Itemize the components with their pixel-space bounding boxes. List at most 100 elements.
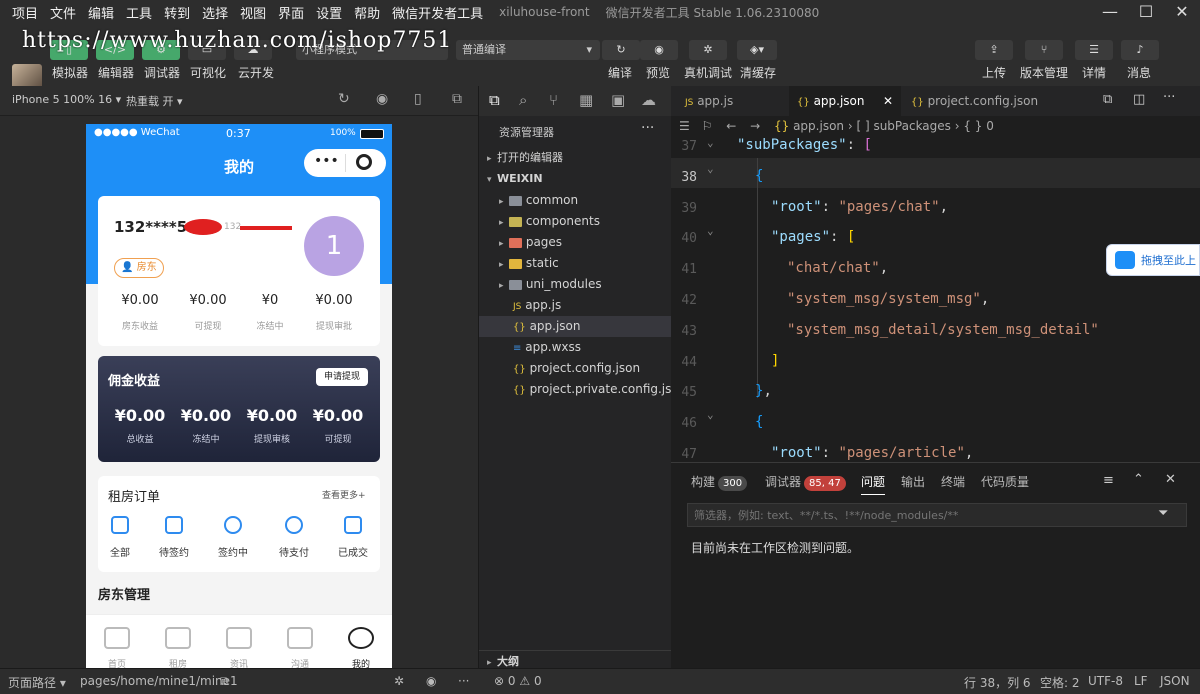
- tree-item[interactable]: {} project.config.json: [479, 358, 672, 379]
- check-document-icon[interactable]: [344, 516, 362, 534]
- problems-filter-input[interactable]: [688, 504, 1148, 526]
- tree-item[interactable]: ▸ pages: [479, 232, 672, 253]
- eol[interactable]: LF: [1134, 674, 1148, 688]
- tab-app-js[interactable]: JS app.js: [677, 86, 787, 116]
- files-icon[interactable]: ⧉: [489, 91, 500, 109]
- rent-icon[interactable]: [165, 627, 191, 649]
- list-icon[interactable]: ☰: [679, 119, 690, 133]
- tree-item[interactable]: ▸ static: [479, 253, 672, 274]
- drag-tip[interactable]: 拖拽至此上: [1106, 244, 1200, 276]
- menu-file[interactable]: 文件: [50, 3, 76, 22]
- indentation[interactable]: 空格: 2: [1040, 674, 1080, 691]
- menu-edit[interactable]: 编辑: [88, 3, 114, 22]
- more-actions-icon[interactable]: ···: [458, 674, 469, 688]
- forward-icon[interactable]: →: [750, 119, 760, 133]
- back-icon[interactable]: ←: [726, 119, 736, 133]
- hot-reload-select[interactable]: 热重载 开 ▾: [126, 93, 183, 109]
- close-mini-icon[interactable]: [356, 154, 372, 170]
- tree-item[interactable]: {} app.json: [479, 316, 672, 337]
- copy-icon[interactable]: ⧉: [220, 674, 229, 689]
- panel-tab-build[interactable]: 构建 300: [691, 473, 748, 491]
- page-path-label[interactable]: 页面路径 ▾: [8, 674, 66, 691]
- menu-help[interactable]: 帮助: [354, 3, 380, 22]
- split-editor-icon[interactable]: ◫: [1133, 92, 1145, 107]
- workspace-root[interactable]: ▾ WEIXIN: [479, 168, 672, 189]
- menu-wechat-devtools[interactable]: 微信开发者工具: [392, 3, 483, 22]
- chat-icon[interactable]: [287, 627, 313, 649]
- tree-item[interactable]: {} project.private.config.js...: [479, 379, 672, 400]
- open-editors-section[interactable]: ▸ 打开的编辑器: [479, 147, 672, 168]
- tree-item[interactable]: ▸ common: [479, 190, 672, 211]
- cursor-position[interactable]: 行 38，列 6: [964, 674, 1031, 691]
- minimize-icon[interactable]: —: [1090, 0, 1130, 24]
- close-icon[interactable]: ✕: [1162, 0, 1200, 24]
- bug-icon[interactable]: ✲: [394, 674, 404, 688]
- cloud-icon[interactable]: ☁: [641, 91, 656, 109]
- more-actions-icon[interactable]: ···: [1163, 90, 1175, 105]
- tab-label-chat[interactable]: 沟通: [280, 657, 320, 668]
- tab-app-json[interactable]: {} app.json ✕: [789, 86, 901, 116]
- tab-label-home[interactable]: 首页: [97, 657, 137, 668]
- compile-select[interactable]: 普通编译 ▾: [456, 40, 600, 60]
- maximize-icon[interactable]: ☐: [1126, 0, 1166, 24]
- breadcrumb-key[interactable]: [ ] subPackages: [856, 119, 950, 133]
- tree-item[interactable]: ▸ uni_modules: [479, 274, 672, 295]
- panel-tab-problems[interactable]: 问题: [861, 473, 886, 495]
- breadcrumb-index[interactable]: { } 0: [963, 119, 994, 133]
- code-editor[interactable]: 37 "subPackages": [38{39 "root": "pages/ch…: [671, 136, 1200, 462]
- payment-icon[interactable]: [285, 516, 303, 534]
- withdraw-button[interactable]: 申请提现: [316, 368, 368, 386]
- debug-panel-icon[interactable]: ▣: [611, 91, 625, 109]
- extensions-icon[interactable]: ▦: [579, 91, 593, 109]
- home-icon[interactable]: [104, 627, 130, 649]
- bookmark-icon[interactable]: ⚐: [702, 119, 713, 133]
- tree-item[interactable]: ▸ components: [479, 211, 672, 232]
- order-status-label[interactable]: 签约中: [211, 544, 255, 559]
- clipboard-icon[interactable]: [111, 516, 129, 534]
- clear-cache-button[interactable]: ◈▾: [737, 40, 777, 60]
- language-mode[interactable]: JSON: [1160, 674, 1190, 688]
- menu-select[interactable]: 选择: [202, 3, 228, 22]
- calendar-icon[interactable]: [165, 516, 183, 534]
- remote-debug-button[interactable]: ✲: [689, 40, 727, 60]
- news-icon[interactable]: [226, 627, 252, 649]
- order-status-label[interactable]: 已成交: [331, 544, 375, 559]
- clock-icon[interactable]: [224, 516, 242, 534]
- menu-settings[interactable]: 设置: [316, 3, 342, 22]
- funnel-icon[interactable]: ⏷: [1158, 506, 1168, 521]
- stop-icon[interactable]: ◉: [376, 91, 388, 107]
- fold-icon[interactable]: ⌄: [707, 408, 714, 421]
- tab-label-rent[interactable]: 租房: [158, 657, 198, 668]
- panel-tab-debugger[interactable]: 调试器 85, 47: [765, 473, 846, 491]
- mine-icon[interactable]: [348, 627, 374, 649]
- more-icon[interactable]: •••: [314, 153, 339, 169]
- tab-label-mine[interactable]: 我的: [341, 657, 381, 668]
- refresh-icon[interactable]: ↻: [338, 91, 350, 107]
- search-icon[interactable]: ⌕: [519, 91, 527, 109]
- panel-tab-code-quality[interactable]: 代码质量: [981, 473, 1029, 490]
- profile-avatar[interactable]: 1: [304, 216, 364, 276]
- order-status-label[interactable]: 全部: [98, 544, 142, 559]
- phone-icon[interactable]: ▯: [414, 91, 422, 107]
- source-control-icon[interactable]: ⑂: [549, 91, 558, 109]
- order-status-label[interactable]: 待支付: [272, 544, 316, 559]
- eye-icon[interactable]: ◉: [426, 674, 436, 688]
- problem-counts[interactable]: ⊗ 0 ⚠ 0: [494, 674, 542, 688]
- device-select[interactable]: iPhone 5 100% 16 ▾: [12, 93, 121, 106]
- tree-item[interactable]: JS app.js: [479, 295, 672, 316]
- details-button[interactable]: ☰: [1075, 40, 1113, 60]
- more-actions-icon[interactable]: ···: [641, 120, 654, 136]
- compile-button[interactable]: ↻: [602, 40, 640, 60]
- panel-tab-output[interactable]: 输出: [901, 473, 925, 490]
- fold-icon[interactable]: ⌄: [707, 162, 714, 175]
- breadcrumb-file[interactable]: app.json: [793, 119, 844, 133]
- version-button[interactable]: ⑂: [1025, 40, 1063, 60]
- fold-icon[interactable]: ⌄: [707, 224, 714, 237]
- tree-item[interactable]: ≡ app.wxss: [479, 337, 672, 358]
- fold-icon[interactable]: ⌄: [707, 136, 714, 149]
- filter-list-icon[interactable]: ≡: [1103, 473, 1114, 488]
- close-tab-icon[interactable]: ✕: [883, 86, 893, 116]
- menu-goto[interactable]: 转到: [164, 3, 190, 22]
- popout-icon[interactable]: ⧉: [452, 91, 462, 107]
- menu-interface[interactable]: 界面: [278, 3, 304, 22]
